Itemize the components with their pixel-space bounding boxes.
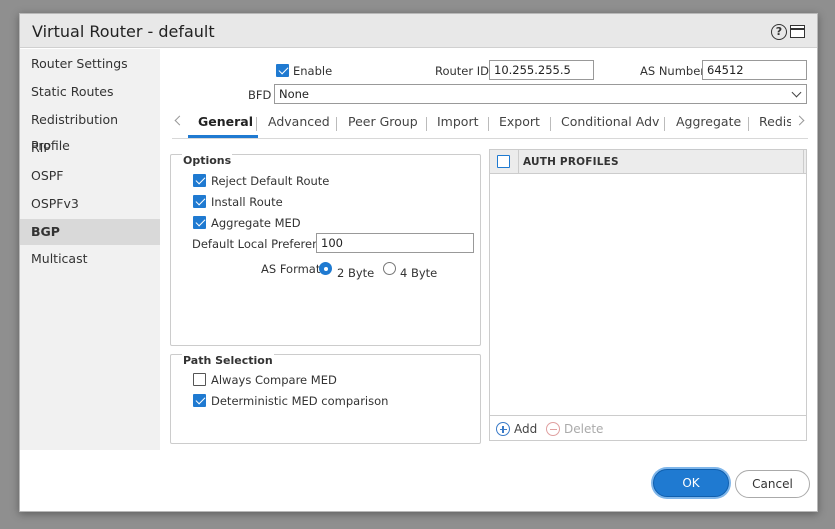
ok-button[interactable]: OK [653,469,729,497]
always-compare-med-checkbox[interactable] [193,373,206,386]
router-id-label: Router ID [435,64,490,78]
router-id-input[interactable]: 10.255.255.5 [489,60,594,80]
bfd-select-value: None [279,87,310,101]
help-icon[interactable]: ? [771,24,787,40]
bfd-label: BFD [248,88,272,102]
tab-divider [256,117,257,131]
options-group: Options Reject Default Route Install Rou… [170,154,481,346]
tab-aggregate[interactable]: Aggregate [676,114,741,129]
chevron-down-icon [791,87,802,98]
as-number-input[interactable]: 64512 [702,60,807,80]
delete-button: Delete [564,422,604,436]
install-route-checkbox[interactable] [193,195,206,208]
sidebar-item-multicast[interactable]: Multicast [20,246,160,272]
select-all-checkbox[interactable] [497,155,510,168]
options-group-title: Options [182,154,233,167]
sidebar: Router Settings Static Routes Redistribu… [20,49,160,450]
sidebar-item-static-routes[interactable]: Static Routes [20,79,160,105]
tabs-divider [172,138,808,139]
tab-divider [664,117,665,131]
aggregate-med-checkbox[interactable] [193,216,206,229]
tab-export[interactable]: Export [499,114,540,129]
delete-icon [546,422,560,436]
bfd-select[interactable]: None [274,84,807,104]
column-divider [518,150,519,174]
as-number-label: AS Number [640,64,706,78]
dialog-titlebar: Virtual Router - default ? [20,14,817,48]
dialog-title: Virtual Router - default [32,22,215,41]
tab-general[interactable]: General [198,114,253,129]
tab-redistribution[interactable]: Redis [759,114,791,129]
table-header: AUTH PROFILES [490,150,806,174]
always-compare-med-label: Always Compare MED [211,373,337,387]
add-icon[interactable] [496,422,510,436]
cancel-button[interactable]: Cancel [735,470,810,498]
chevron-right-icon[interactable] [794,115,805,126]
tab-import[interactable]: Import [437,114,479,129]
column-divider [803,150,804,174]
reject-default-route-checkbox[interactable] [193,174,206,187]
tab-conditional-adv[interactable]: Conditional Adv [561,114,659,129]
auth-profiles-column-header[interactable]: AUTH PROFILES [523,156,619,168]
default-local-preference-input[interactable]: 100 [316,233,474,253]
install-route-label: Install Route [211,195,283,209]
auth-profiles-table: AUTH PROFILES Add Delete [489,149,807,441]
chevron-left-icon[interactable] [174,115,185,126]
sidebar-item-redistribution-profile[interactable]: Redistribution Profile [20,107,160,153]
enable-checkbox[interactable] [276,64,289,77]
sidebar-item-ospf[interactable]: OSPF [20,163,160,189]
sidebar-item-rip[interactable]: RIP [20,135,160,161]
tab-peer-group[interactable]: Peer Group [348,114,418,129]
tab-divider [488,117,489,131]
default-local-preference-label: Default Local Preference [192,237,333,251]
as-format-4-byte-label: 4 Byte [400,266,438,280]
maximize-icon[interactable] [790,25,805,38]
sidebar-item-bgp[interactable]: BGP [20,219,160,245]
aggregate-med-label: Aggregate MED [211,216,301,230]
as-format-2-byte-label: 2 Byte [337,266,375,280]
tab-divider [336,117,337,131]
enable-label: Enable [293,64,333,78]
tab-divider [748,117,749,131]
deterministic-med-checkbox[interactable] [193,394,206,407]
as-format-2-byte-radio[interactable] [319,262,332,275]
deterministic-med-label: Deterministic MED comparison [211,394,389,408]
tab-advanced[interactable]: Advanced [268,114,330,129]
table-footer-divider [490,415,806,416]
bgp-tabs: General Advanced Peer Group Import Expor… [172,109,808,139]
tab-divider [426,117,427,131]
reject-default-route-label: Reject Default Route [211,174,330,188]
add-button[interactable]: Add [514,422,537,436]
path-selection-group-title: Path Selection [182,354,274,367]
sidebar-item-ospfv3[interactable]: OSPFv3 [20,191,160,217]
path-selection-group: Path Selection Always Compare MED Determ… [170,354,481,444]
as-format-4-byte-radio[interactable] [383,262,396,275]
as-format-label: AS Format [261,262,321,276]
tab-divider [550,117,551,131]
sidebar-item-router-settings[interactable]: Router Settings [20,51,160,77]
virtual-router-dialog: Virtual Router - default ? Router Settin… [19,13,818,512]
